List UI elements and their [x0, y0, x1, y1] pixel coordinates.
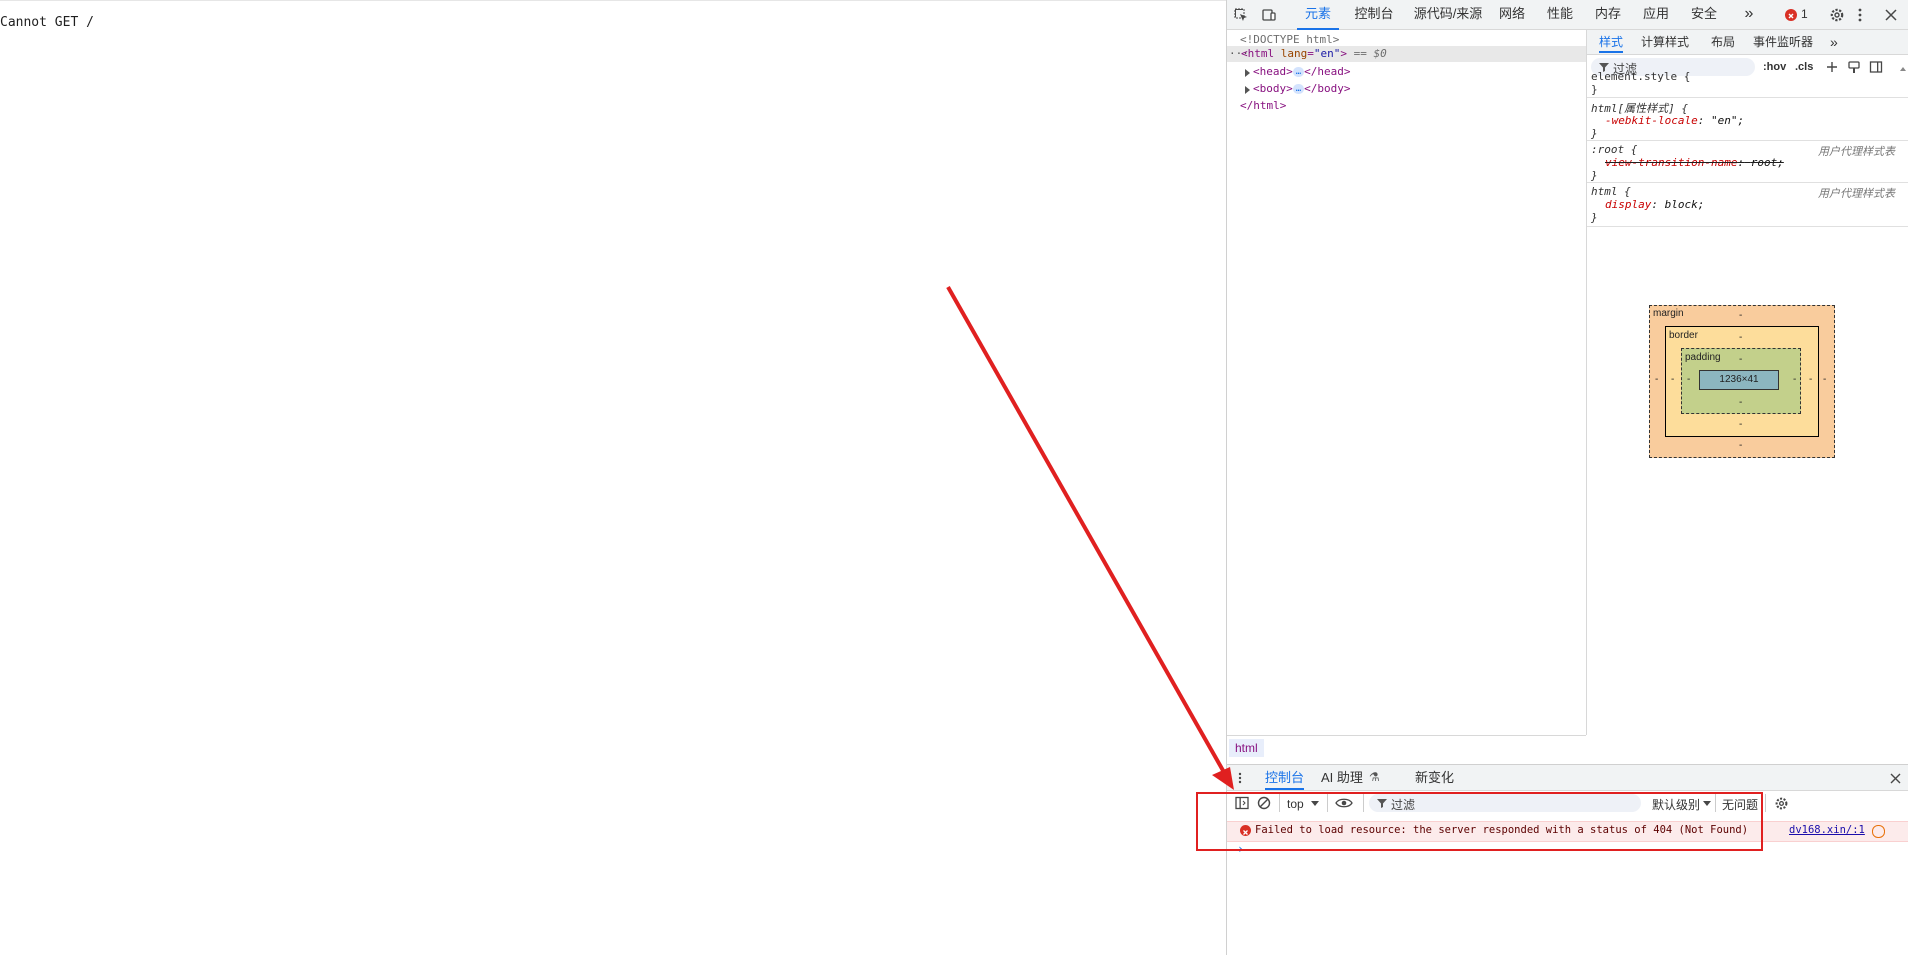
annotation-arrow-line: [946, 286, 1227, 775]
annotation-highlight-box: [1196, 792, 1763, 851]
annotation-arrowhead: [1212, 767, 1234, 790]
annotation-overlay: [946, 286, 1763, 851]
